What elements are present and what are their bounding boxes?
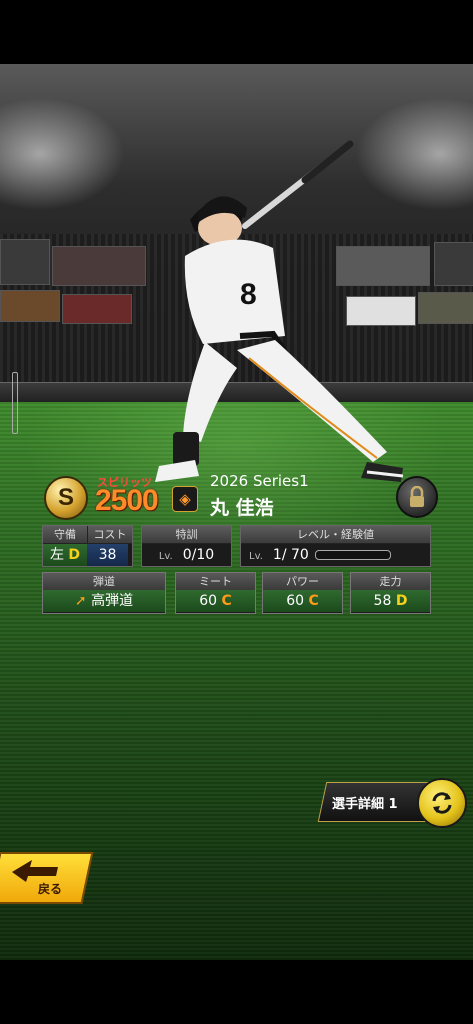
player-detail-label[interactable]: 選手詳細 1	[332, 793, 398, 812]
trajectory-value: 高弾道	[91, 593, 134, 609]
exp-bar	[314, 550, 391, 560]
cost-label: コスト	[88, 526, 132, 544]
position-grade: D	[68, 547, 81, 563]
meet-value: 60	[199, 593, 218, 609]
back-label[interactable]: 戻る	[38, 880, 62, 897]
position-label: 守備	[43, 526, 88, 544]
position-value: 左 D	[43, 544, 87, 566]
scroll-indicator[interactable]	[12, 372, 18, 434]
s-rank-icon: S	[44, 476, 88, 520]
scoreboard-panel	[52, 246, 146, 286]
svg-text:8: 8	[240, 278, 257, 311]
player-illustration: 8	[155, 140, 404, 482]
speed-label: 走力	[351, 573, 430, 590]
ad-board	[62, 294, 132, 324]
speed-grade: D	[395, 593, 408, 609]
speed-value: 58	[373, 593, 392, 609]
player-name: 丸 佳浩	[210, 497, 274, 519]
spirits-value: 2500	[95, 484, 159, 517]
trajectory-box: 弾道 ➚ 高弾道	[42, 572, 166, 614]
meet-grade: C	[221, 593, 232, 609]
power-grade: C	[308, 593, 319, 609]
speed-box: 走力 58 D	[350, 572, 431, 614]
level-exp-box: レベル・経験値 Lv. 1/ 70	[240, 525, 431, 567]
trajectory-arrow-icon: ➚	[74, 593, 87, 609]
level-exp-label: レベル・経験値	[241, 526, 430, 544]
meet-box: ミート 60 C	[175, 572, 256, 614]
bottom-black-bar	[0, 960, 473, 1024]
top-black-bar	[0, 0, 473, 64]
special-training-value: 0/10	[182, 547, 215, 563]
level-value: 1/ 70	[272, 547, 309, 563]
power-box: パワー 60 C	[262, 572, 343, 614]
team-emblem-icon: ◈	[172, 486, 198, 512]
scoreboard-panel	[0, 239, 50, 285]
series-label: 2026 Series1	[210, 472, 309, 490]
cost-value: 38	[87, 544, 128, 566]
refresh-icon[interactable]	[417, 778, 467, 828]
special-training-box: 特訓 Lv. 0/10	[141, 525, 232, 567]
lock-icon[interactable]	[396, 476, 438, 518]
meet-label: ミート	[176, 573, 255, 590]
ad-board	[418, 292, 473, 324]
special-training-label: 特訓	[142, 526, 231, 544]
trajectory-label: 弾道	[43, 573, 165, 590]
position-cost-box: 守備 コスト 左 D 38	[42, 525, 133, 567]
scoreboard-panel	[434, 242, 473, 286]
back-arrow-icon	[12, 860, 58, 882]
power-label: パワー	[263, 573, 342, 590]
power-value: 60	[286, 593, 305, 609]
ad-board	[0, 290, 60, 322]
